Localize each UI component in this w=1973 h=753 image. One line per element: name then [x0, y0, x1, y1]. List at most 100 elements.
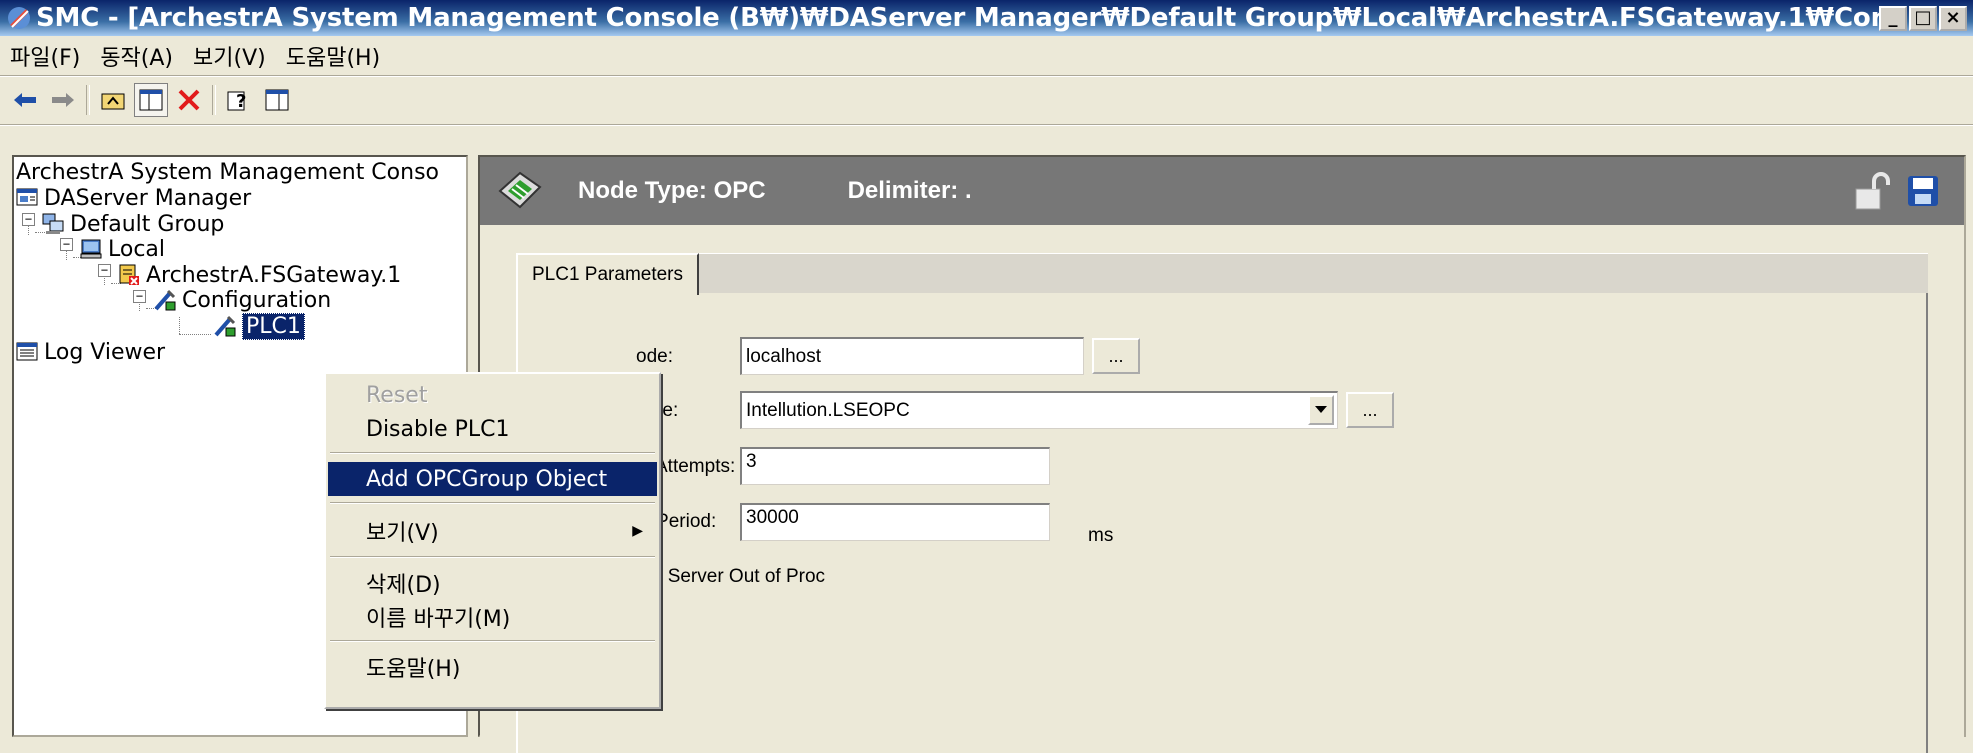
parameters-area: PLC1 Parameters ode: localhost ... ame: …	[480, 225, 1964, 753]
back-arrow-icon	[14, 93, 36, 107]
submenu-arrow-icon: ▶	[632, 523, 643, 539]
tab-label: PLC1 Parameters	[532, 264, 684, 285]
menu-item-disable-plc1[interactable]: Disable PLC1	[328, 412, 657, 446]
up-folder-icon	[101, 93, 125, 110]
menu-item-reset[interactable]: Reset	[328, 378, 657, 412]
menu-item-label: Disable PLC1	[366, 416, 510, 442]
reconnect-attempts-value: 3	[746, 451, 757, 472]
server-node-value: localhost	[746, 345, 821, 367]
menu-item-view[interactable]: 보기(V) ▶	[328, 514, 657, 548]
chevron-down-icon	[1315, 406, 1327, 413]
daserver-stopped-icon	[119, 264, 139, 285]
collapse-icon[interactable]: −	[133, 290, 146, 303]
tree-node-plc1[interactable]: PLC1	[214, 311, 305, 341]
server-node-input[interactable]: localhost	[740, 337, 1084, 375]
title-bar[interactable]: SMC - [ArchestrA System Management Conso…	[0, 0, 1973, 36]
menu-divider	[0, 75, 1973, 77]
menu-item-label: Reset	[366, 382, 428, 408]
back-button[interactable]	[8, 83, 42, 117]
menu-item-label: 보기(V)	[366, 521, 439, 546]
close-icon: ×	[1945, 7, 1961, 28]
server-name-value: Intellution.LSEOPC	[746, 399, 910, 421]
tree-node-label: DAServer Manager	[44, 185, 252, 211]
show-hide-tree-icon	[139, 89, 163, 111]
details-pane: Node Type: OPC Delimiter: . PLC1 Paramet…	[478, 155, 1966, 753]
configuration-icon	[154, 289, 176, 311]
menu-help[interactable]: 도움말(H)	[276, 40, 390, 72]
delete-button[interactable]	[172, 83, 206, 117]
menu-item-add-opcgroup[interactable]: Add OPCGroup Object	[328, 462, 657, 496]
menu-action[interactable]: 동작(A)	[90, 40, 183, 72]
tab-panel: ode: localhost ... ame: Intellution.LSEO…	[516, 293, 1928, 753]
menu-separator	[330, 452, 655, 454]
tab-strip	[516, 253, 1928, 294]
reconnect-period-input[interactable]: 30000	[740, 503, 1050, 541]
forward-button[interactable]	[46, 83, 80, 117]
tree-node-log-viewer[interactable]: Log Viewer	[16, 337, 165, 367]
menu-item-label: 이름 바꾸기(M)	[366, 607, 511, 632]
menu-item-help[interactable]: 도움말(H)	[328, 650, 657, 684]
tree-node-label: ArchestrA.FSGateway.1	[146, 262, 402, 288]
smc-app-icon	[8, 7, 30, 29]
menu-item-label: 삭제(D)	[366, 573, 441, 598]
tree-line	[28, 225, 29, 235]
toolbar-separator	[86, 85, 90, 115]
server-name-browse-button[interactable]: ...	[1346, 392, 1394, 428]
properties-button[interactable]	[260, 83, 294, 117]
menu-separator	[330, 556, 655, 558]
server-node-browse-button[interactable]: ...	[1092, 338, 1140, 374]
node-header: Node Type: OPC Delimiter: .	[480, 157, 1964, 225]
minimize-icon: _	[1888, 7, 1898, 28]
delete-icon	[178, 89, 200, 111]
menu-item-label: Add OPCGroup Object	[366, 466, 608, 492]
save-icon[interactable]	[1906, 174, 1940, 208]
forward-arrow-icon	[52, 93, 74, 107]
help-button[interactable]: ?	[222, 83, 256, 117]
context-menu: Reset Disable PLC1 Add OPCGroup Object 보…	[324, 372, 661, 709]
tab-plc1-parameters[interactable]: PLC1 Parameters	[516, 253, 700, 295]
menu-separator	[330, 502, 655, 504]
browse-label: ...	[1108, 345, 1124, 366]
toolbar-divider	[0, 124, 1973, 126]
tree-line	[179, 334, 211, 335]
svg-text:?: ?	[236, 91, 246, 112]
server-name-select[interactable]: Intellution.LSEOPC	[740, 391, 1338, 429]
port-object-icon	[214, 315, 236, 337]
tree-node-label: Configuration	[182, 287, 332, 313]
menu-view[interactable]: 보기(V)	[183, 40, 276, 72]
minimize-button[interactable]: _	[1879, 5, 1907, 31]
collapse-icon[interactable]: −	[98, 264, 111, 277]
tree-node-label: Default Group	[70, 211, 225, 237]
maximize-button[interactable]: □	[1909, 5, 1937, 31]
computer-icon	[80, 239, 102, 259]
toolbar-separator	[212, 85, 216, 115]
log-viewer-icon	[16, 342, 38, 361]
tree-node-label: Log Viewer	[44, 339, 166, 365]
properties-icon	[265, 89, 289, 111]
server-manager-icon	[16, 188, 38, 206]
menu-separator	[330, 640, 655, 642]
close-button[interactable]: ×	[1939, 5, 1967, 31]
server-node-label: ode:	[636, 346, 673, 367]
toolbar: ?	[0, 80, 1973, 120]
maximize-icon: □	[1914, 7, 1932, 28]
menu-bar: 파일(F) 동작(A) 보기(V) 도움말(H)	[0, 40, 1973, 72]
browse-label: ...	[1362, 399, 1378, 420]
reconnect-attempts-input[interactable]: 3	[740, 447, 1050, 485]
collapse-icon[interactable]: −	[60, 238, 73, 251]
menu-item-rename[interactable]: 이름 바꾸기(M)	[328, 600, 657, 634]
menu-file[interactable]: 파일(F)	[0, 40, 90, 72]
reconnect-period-value: 30000	[746, 507, 799, 528]
show-hide-tree-button[interactable]	[134, 83, 168, 117]
tree-line	[179, 317, 180, 334]
tree-node-label-selected: PLC1	[242, 312, 305, 340]
node-type-label: Node Type: OPC	[578, 177, 766, 204]
opc-node-icon	[498, 171, 542, 209]
tree-node-label: Local	[108, 236, 166, 262]
up-one-level-button[interactable]	[96, 83, 130, 117]
server-name-dropdown-button[interactable]	[1308, 395, 1334, 425]
lock-icon[interactable]	[1852, 171, 1892, 211]
menu-item-label: 도움말(H)	[366, 657, 461, 682]
menu-item-delete[interactable]: 삭제(D)	[328, 566, 657, 600]
collapse-icon[interactable]: −	[22, 213, 35, 226]
